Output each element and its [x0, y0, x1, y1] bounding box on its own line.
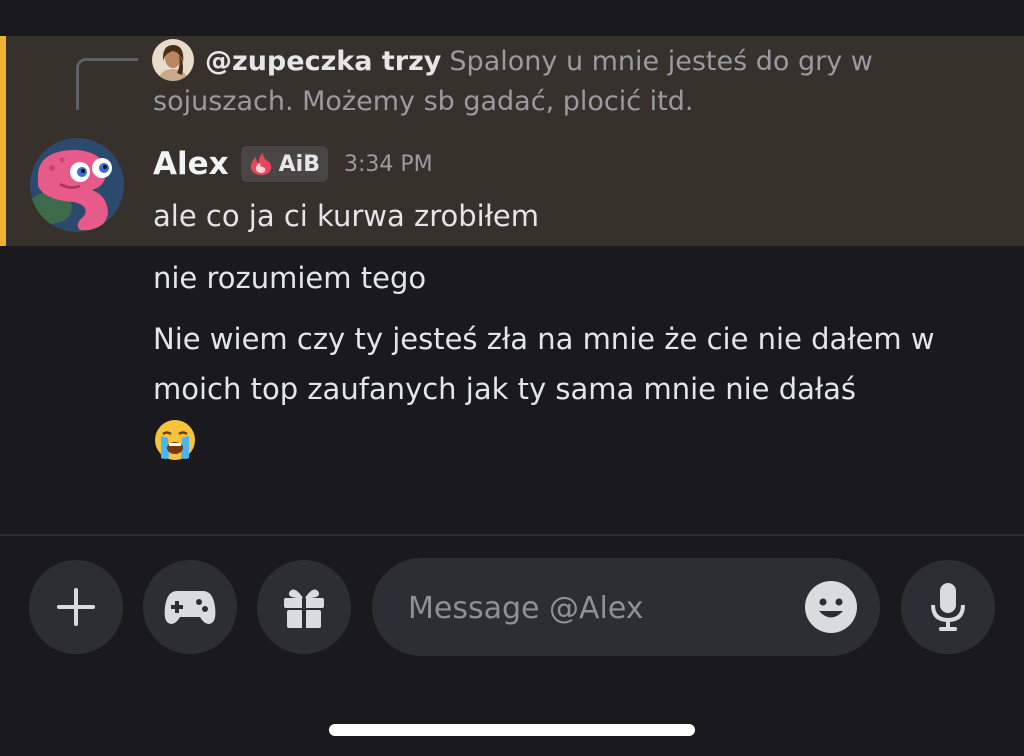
composer-divider — [0, 534, 1024, 536]
message-composer[interactable] — [372, 558, 880, 658]
gamepad-icon — [164, 591, 216, 624]
message-line[interactable]: nie rozumiem tego — [153, 253, 426, 303]
message-line[interactable]: Nie wiem czy ty jesteś zła na mnie że ci… — [153, 314, 983, 414]
gift-icon — [284, 589, 324, 628]
pink-creature-avatar-icon — [30, 138, 124, 232]
highlight-bar — [0, 36, 6, 246]
reply-preview[interactable]: @zupeczka trzy Spalony u mnie jesteś do g… — [153, 42, 953, 122]
home-indicator[interactable] — [329, 724, 695, 736]
loudly-crying-face-icon[interactable] — [153, 418, 197, 462]
flame-icon — [250, 153, 271, 175]
server-tag-label: AiB — [278, 151, 320, 177]
microphone-icon — [931, 583, 965, 631]
message-header: Alex AiB 3:34 PM — [153, 142, 433, 186]
emoji-picker-button[interactable] — [804, 580, 858, 634]
message-line[interactable]: ale co ja ci kurwa zrobiłem — [153, 191, 539, 241]
reply-connector — [76, 58, 138, 110]
top-bar — [0, 0, 1024, 36]
voice-message-button[interactable] — [901, 560, 995, 654]
message-timestamp: 3:34 PM — [343, 151, 433, 177]
reply-author[interactable]: @zupeczka trzy — [205, 46, 441, 77]
add-attachment-button[interactable] — [29, 560, 123, 654]
server-tag[interactable]: AiB — [240, 146, 328, 182]
message-input[interactable] — [406, 558, 790, 658]
smiley-icon — [805, 581, 857, 633]
activities-button[interactable] — [143, 560, 237, 654]
author-name[interactable]: Alex — [153, 146, 229, 182]
gift-button[interactable] — [257, 560, 351, 654]
plus-icon — [57, 588, 95, 626]
chat-screen: @zupeczka trzy Spalony u mnie jesteś do g… — [0, 0, 1024, 756]
author-avatar[interactable] — [30, 138, 124, 232]
